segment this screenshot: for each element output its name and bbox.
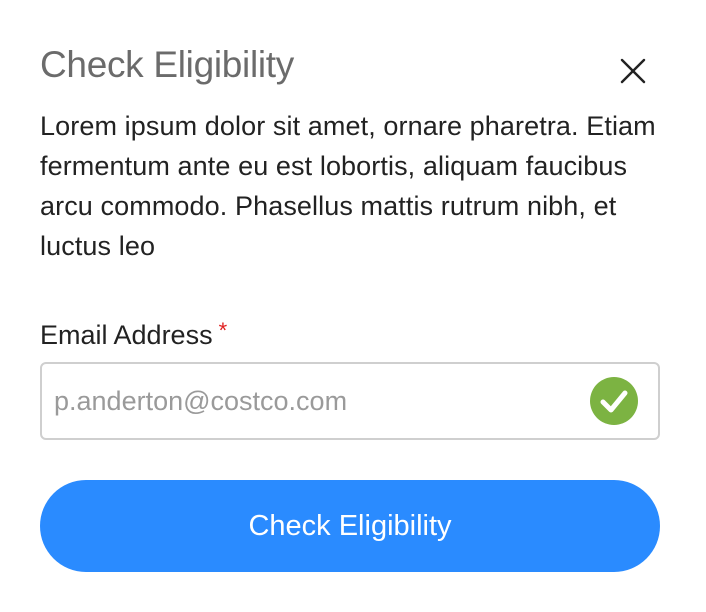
email-label: Email Address * [40,313,227,353]
required-indicator: * [218,318,228,343]
email-field[interactable] [54,364,574,438]
email-field-wrapper [40,362,660,440]
modal-description: Lorem ipsum dolor sit amet, ornare phare… [40,111,656,261]
email-label-text: Email Address [40,320,213,350]
check-circle-icon [590,377,638,425]
check-eligibility-button[interactable]: Check Eligibility [40,480,660,572]
modal-title: Check Eligibility [40,44,294,85]
close-icon [620,58,646,84]
check-eligibility-modal: Check Eligibility Lorem ipsum dolor sit … [0,0,706,612]
close-button[interactable] [616,54,650,88]
